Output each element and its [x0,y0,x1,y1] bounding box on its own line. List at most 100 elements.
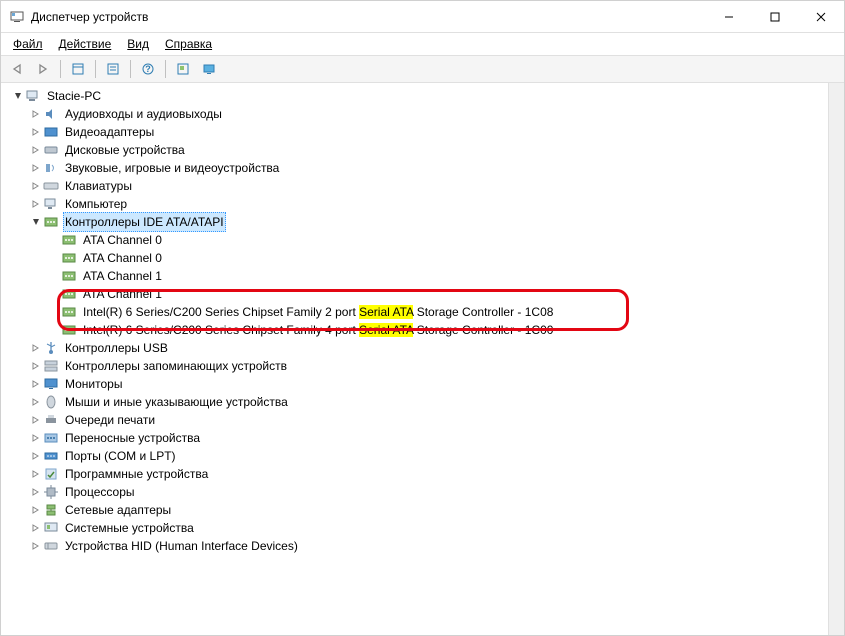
tree-category[interactable]: Программные устройства [3,465,828,483]
back-button[interactable] [5,58,29,80]
toggle-icon[interactable] [29,344,43,352]
device-label: Мыши и иные указывающие устройства [63,393,290,411]
tree-category[interactable]: Переносные устройства [3,429,828,447]
toggle-icon[interactable] [29,362,43,370]
device-icon [43,376,59,392]
toggle-icon[interactable] [29,542,43,550]
content-area: Stacie-PCАудиовходы и аудиовыходыВидеоад… [1,83,844,635]
device-icon [61,268,77,284]
tb-list-button[interactable] [101,58,125,80]
tree-device[interactable]: ATA Channel 1 [3,267,828,285]
device-tree[interactable]: Stacie-PCАудиовходы и аудиовыходыВидеоад… [1,83,828,635]
device-label: Дисковые устройства [63,141,187,159]
tb-properties-button[interactable] [66,58,90,80]
device-label: Очереди печати [63,411,157,429]
toggle-icon[interactable] [29,110,43,118]
device-label: Stacie-PC [45,87,103,105]
device-icon [43,358,59,374]
menu-view[interactable]: Вид [119,35,157,53]
toggle-icon[interactable] [29,164,43,172]
tb-monitor-button[interactable] [197,58,221,80]
device-label: Компьютер [63,195,129,213]
app-icon [9,9,25,25]
close-button[interactable] [798,1,844,32]
tree-category[interactable]: Мыши и иные указывающие устройства [3,393,828,411]
tree-category[interactable]: Дисковые устройства [3,141,828,159]
tree-device[interactable]: Intel(R) 6 Series/C200 Series Chipset Fa… [3,303,828,321]
device-label: Переносные устройства [63,429,202,447]
device-icon [43,124,59,140]
device-icon [43,412,59,428]
device-icon [43,448,59,464]
window: Диспетчер устройств Файл Действие Вид Сп… [0,0,845,636]
device-icon [43,178,59,194]
device-label: ATA Channel 1 [81,285,164,303]
tree-root[interactable]: Stacie-PC [3,87,828,105]
tb-help-button[interactable]: ? [136,58,160,80]
toggle-icon[interactable] [29,380,43,388]
titlebar[interactable]: Диспетчер устройств [1,1,844,33]
tree-device[interactable]: Intel(R) 6 Series/C200 Series Chipset Fa… [3,321,828,339]
tree-category[interactable]: Звуковые, игровые и видеоустройства [3,159,828,177]
device-label: Контроллеры запоминающих устройств [63,357,289,375]
toggle-icon[interactable] [29,416,43,424]
toggle-icon[interactable] [29,506,43,514]
tree-category[interactable]: Компьютер [3,195,828,213]
device-label: Клавиатуры [63,177,134,195]
tree-category[interactable]: Клавиатуры [3,177,828,195]
toggle-icon[interactable] [11,92,25,101]
toggle-icon[interactable] [29,398,43,406]
minimize-button[interactable] [706,1,752,32]
tree-category[interactable]: Порты (COM и LPT) [3,447,828,465]
toggle-icon[interactable] [29,488,43,496]
tree-category[interactable]: Сетевые адаптеры [3,501,828,519]
menu-help[interactable]: Справка [157,35,220,53]
device-label: ATA Channel 0 [81,231,164,249]
tree-category[interactable]: Аудиовходы и аудиовыходы [3,105,828,123]
tree-category[interactable]: Контроллеры USB [3,339,828,357]
window-buttons [706,1,844,32]
device-icon [25,88,41,104]
tree-device[interactable]: ATA Channel 0 [3,249,828,267]
tree-device[interactable]: ATA Channel 1 [3,285,828,303]
toggle-icon[interactable] [29,182,43,190]
svg-text:?: ? [145,64,151,74]
tree-category[interactable]: Очереди печати [3,411,828,429]
toggle-icon[interactable] [29,524,43,532]
tree-category-ide[interactable]: Контроллеры IDE ATA/ATAPI [3,213,828,231]
tree-category[interactable]: Системные устройства [3,519,828,537]
window-title: Диспетчер устройств [31,10,148,24]
toolbar-separator [165,60,166,78]
device-label: Устройства HID (Human Interface Devices) [63,537,300,555]
toggle-icon[interactable] [29,146,43,154]
forward-button[interactable] [31,58,55,80]
toolbar-separator [95,60,96,78]
device-label: Мониторы [63,375,124,393]
device-icon [43,538,59,554]
toggle-icon[interactable] [29,470,43,478]
tree-category[interactable]: Контроллеры запоминающих устройств [3,357,828,375]
maximize-button[interactable] [752,1,798,32]
toolbar: ? [1,55,844,83]
tb-scan-button[interactable] [171,58,195,80]
toggle-icon[interactable] [29,218,43,227]
tree-category[interactable]: Видеоадаптеры [3,123,828,141]
device-icon [43,142,59,158]
menu-action[interactable]: Действие [51,35,120,53]
tree-category[interactable]: Мониторы [3,375,828,393]
toggle-icon[interactable] [29,434,43,442]
toggle-icon[interactable] [29,200,43,208]
tree-category[interactable]: Процессоры [3,483,828,501]
toggle-icon[interactable] [29,128,43,136]
device-icon [43,214,59,230]
menu-file[interactable]: Файл [5,35,51,53]
device-icon [61,250,77,266]
toggle-icon[interactable] [29,452,43,460]
device-label: Видеоадаптеры [63,123,156,141]
tree-device[interactable]: ATA Channel 0 [3,231,828,249]
device-icon [43,484,59,500]
scrollbar[interactable] [828,83,844,635]
tree-category[interactable]: Устройства HID (Human Interface Devices) [3,537,828,555]
device-icon [43,160,59,176]
device-label: ATA Channel 1 [81,267,164,285]
